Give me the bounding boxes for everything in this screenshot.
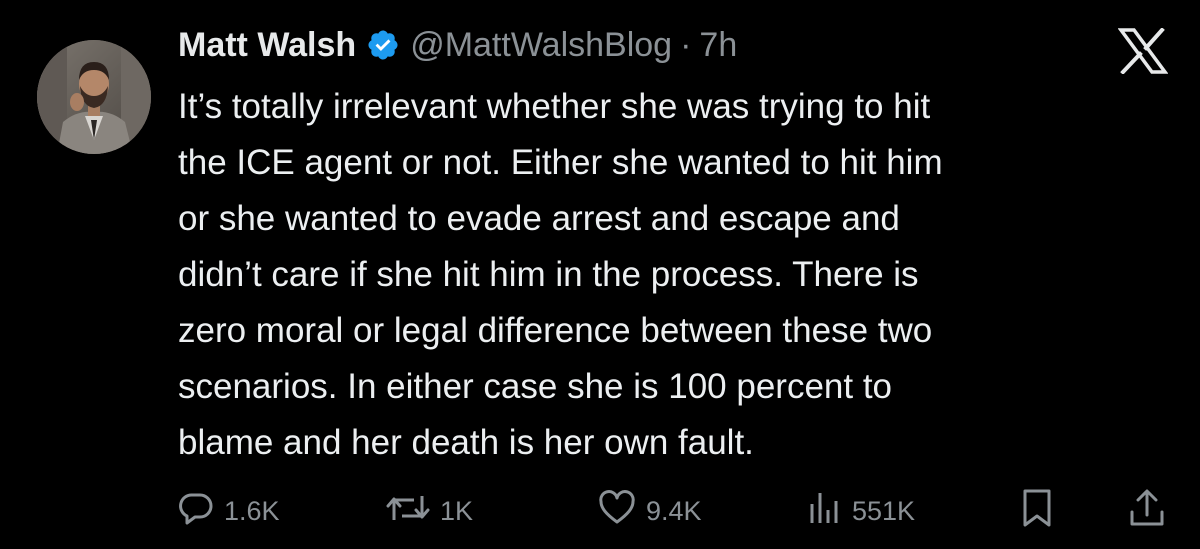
- share-icon: [1128, 488, 1166, 535]
- verified-badge-icon: [366, 28, 400, 62]
- like-button[interactable]: 9.4K: [598, 486, 702, 536]
- views-button[interactable]: 551K: [806, 486, 915, 536]
- tweet-card: Matt Walsh @MattWalshBlog · 7h It’s tota…: [0, 0, 1200, 549]
- like-count: 9.4K: [646, 495, 702, 526]
- author-display-name[interactable]: Matt Walsh: [178, 26, 356, 65]
- share-button[interactable]: [1128, 486, 1166, 536]
- tweet-actions-bar: 1.6K 1K 9.4K 551K: [0, 486, 1200, 536]
- repost-button[interactable]: 1K: [386, 486, 473, 536]
- tweet-header: Matt Walsh @MattWalshBlog · 7h: [178, 22, 737, 68]
- reply-icon: [178, 490, 214, 533]
- tweet-text: It’s totally irrelevant whether she was …: [178, 87, 943, 462]
- reply-button[interactable]: 1.6K: [178, 486, 280, 536]
- repost-count: 1K: [440, 495, 474, 526]
- heart-icon: [598, 489, 636, 533]
- tweet-timestamp[interactable]: 7h: [699, 26, 737, 65]
- views-count: 551K: [852, 495, 916, 526]
- x-logo-icon: [1117, 27, 1169, 75]
- separator-dot: ·: [680, 25, 692, 64]
- views-chart-icon: [806, 490, 842, 533]
- bookmark-button[interactable]: [1020, 486, 1054, 536]
- avatar[interactable]: [37, 40, 151, 154]
- repost-icon: [386, 490, 430, 533]
- reply-count: 1.6K: [224, 495, 280, 526]
- bookmark-icon: [1020, 488, 1054, 535]
- avatar-photo: [37, 40, 151, 154]
- author-handle[interactable]: @MattWalshBlog: [410, 26, 672, 65]
